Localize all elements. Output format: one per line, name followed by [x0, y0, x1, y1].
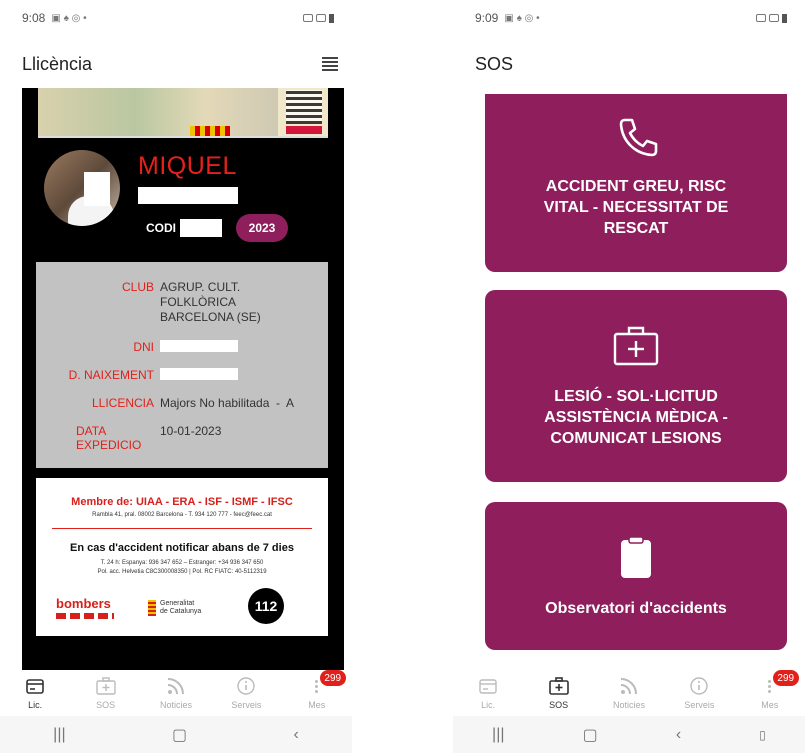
wifi-icon	[756, 14, 766, 22]
accident-observatory-button[interactable]: Observatori d'accidents	[485, 502, 787, 650]
divider	[52, 528, 312, 529]
membership-line: Membre de: UIAA - ERA - ISF - ISMF - IFS…	[71, 496, 293, 508]
notification-icons: ▣ ♠ ◎ •	[51, 12, 87, 24]
wifi-icon	[303, 14, 313, 22]
member-first-name: MIQUEL	[138, 152, 237, 180]
rss-icon	[165, 676, 187, 696]
dni-redaction	[160, 340, 238, 352]
sos-screen: 9:09 ▣ ♠ ◎ • SOS ACCIDENT GREU, RISC VIT…	[453, 0, 805, 753]
generalitat-logo: Generalitat de Catalunya	[148, 600, 201, 616]
nav-item-lic[interactable]: Lic.	[457, 676, 519, 710]
nav-item-mes[interactable]: Mes 299	[286, 670, 348, 710]
date-value: 10-01-2023	[160, 424, 222, 438]
policy-line: Pol. acc. Helvetia C8C300008350 | Pol. R…	[97, 569, 267, 575]
licence-label: LLICENCIA	[91, 396, 154, 410]
info-icon	[688, 676, 710, 696]
status-bar: 9:09 ▣ ♠ ◎ •	[453, 0, 805, 36]
license-screen: 9:08 ▣ ♠ ◎ • Llicència MIQUEL CODI 2023	[0, 0, 352, 753]
page-title: SOS	[475, 53, 514, 74]
license-card: MIQUEL CODI 2023 CLUB AGRUP. CULT. FOLKL…	[22, 88, 344, 670]
recent-apps-icon[interactable]: |||	[53, 726, 65, 744]
info-icon	[235, 676, 257, 696]
notification-badge: 299	[772, 670, 799, 686]
license-details: CLUB AGRUP. CULT. FOLKLÒRICA BARCELONA (…	[36, 262, 328, 468]
hamburger-menu-icon[interactable]	[322, 57, 338, 71]
federation-address: Rambla 41, pral. 08002 Barcelona - T. 93…	[92, 512, 272, 518]
nav-item-noticies[interactable]: Noticies	[598, 676, 660, 710]
app-header: Llicència	[0, 44, 352, 84]
birth-label: D. NAIXEMENT	[68, 368, 154, 382]
social-media-icons	[286, 126, 322, 134]
bombers-logo-bar	[56, 613, 114, 619]
home-icon[interactable]: ▢	[172, 725, 187, 745]
first-aid-icon	[548, 676, 570, 696]
home-icon[interactable]: ▢	[583, 725, 598, 745]
system-nav-bar: ||| ▢ ‹ ▯	[453, 716, 805, 753]
club-value: AGRUP. CULT. FOLKLÒRICA BARCELONA (SE)	[160, 280, 261, 324]
signal-icon	[769, 14, 779, 22]
license-banner	[38, 88, 328, 138]
signal-icon	[316, 14, 326, 22]
surname-redaction	[138, 187, 238, 204]
accident-observatory-label: Observatori d'accidents	[545, 600, 727, 617]
emergency-phone-line: T. 24 h: Espanya: 936 347 652 – Estrange…	[100, 560, 264, 566]
federation-info-card: Membre de: UIAA - ERA - ISF - ISMF - IFS…	[36, 478, 328, 636]
nav-item-sos[interactable]: SOS	[75, 676, 137, 710]
back-icon[interactable]: ‹	[676, 726, 681, 744]
codi-label: CODI	[146, 221, 176, 235]
system-indicators	[756, 13, 787, 23]
status-time: 9:09	[475, 11, 499, 25]
serious-accident-button[interactable]: ACCIDENT GREU, RISC VITAL - NECESSITAT D…	[485, 94, 787, 272]
battery-icon	[782, 13, 787, 23]
app-header: SOS	[453, 44, 805, 84]
battery-icon	[329, 13, 334, 23]
recent-apps-icon[interactable]: |||	[492, 726, 504, 744]
date-label: DATA EXPEDICIO	[76, 424, 142, 452]
injury-assistance-button[interactable]: LESIÓ - SOL·LICITUD ASSISTÈNCIA MÈDICA -…	[485, 290, 787, 482]
nav-item-noticies[interactable]: Noticies	[145, 676, 207, 710]
avatar-redaction	[84, 172, 110, 206]
system-nav-bar: ||| ▢ ‹	[0, 716, 352, 753]
phone-icon	[619, 118, 658, 157]
licence-value: Majors No habilitada - A	[160, 396, 295, 410]
notification-badge: 299	[319, 670, 346, 686]
nav-item-mes[interactable]: Mes 299	[739, 670, 801, 710]
back-icon[interactable]: ‹	[293, 726, 298, 744]
first-aid-icon	[95, 676, 117, 696]
club-label: CLUB	[121, 280, 154, 294]
nav-item-lic[interactable]: Lic.	[4, 676, 66, 710]
clipboard-icon	[621, 536, 651, 578]
codi-redaction	[180, 219, 222, 237]
page-title: Llicència	[22, 53, 93, 74]
banner-illustration	[38, 88, 278, 136]
status-time: 9:08	[22, 11, 46, 25]
card-icon	[24, 676, 46, 696]
senyera-stripes	[190, 126, 230, 136]
bombers-logo: bombers	[56, 596, 111, 611]
nav-item-serveis[interactable]: Serveis	[668, 676, 730, 710]
nav-item-serveis[interactable]: Serveis	[215, 676, 277, 710]
birth-redaction	[160, 368, 238, 380]
serious-accident-label: ACCIDENT GREU, RISC VITAL - NECESSITAT D…	[543, 178, 729, 237]
notification-icons: ▣ ♠ ◎ •	[504, 12, 540, 24]
rss-icon	[618, 676, 640, 696]
dni-label: DNI	[133, 340, 154, 354]
bottom-nav: Lic. SOS Noticies Serveis Mes 299	[0, 670, 352, 716]
status-bar: 9:08 ▣ ♠ ◎ •	[0, 0, 352, 36]
first-aid-kit-icon	[613, 326, 659, 366]
year-badge: 2023	[236, 214, 288, 242]
card-icon	[477, 676, 499, 696]
bottom-nav: Lic. SOS Noticies Serveis Mes 299	[453, 670, 805, 716]
emergency-112-logo: 112	[248, 588, 284, 624]
accident-notice: En cas d'accident notificar abans de 7 d…	[70, 542, 294, 554]
rotate-icon[interactable]: ▯	[759, 728, 766, 742]
avatar	[44, 150, 120, 226]
system-indicators	[303, 13, 334, 23]
nav-item-sos[interactable]: SOS	[528, 676, 590, 710]
injury-assistance-label: LESIÓ - SOL·LICITUD ASSISTÈNCIA MÈDICA -…	[544, 388, 728, 447]
qr-code-icon	[286, 90, 322, 124]
